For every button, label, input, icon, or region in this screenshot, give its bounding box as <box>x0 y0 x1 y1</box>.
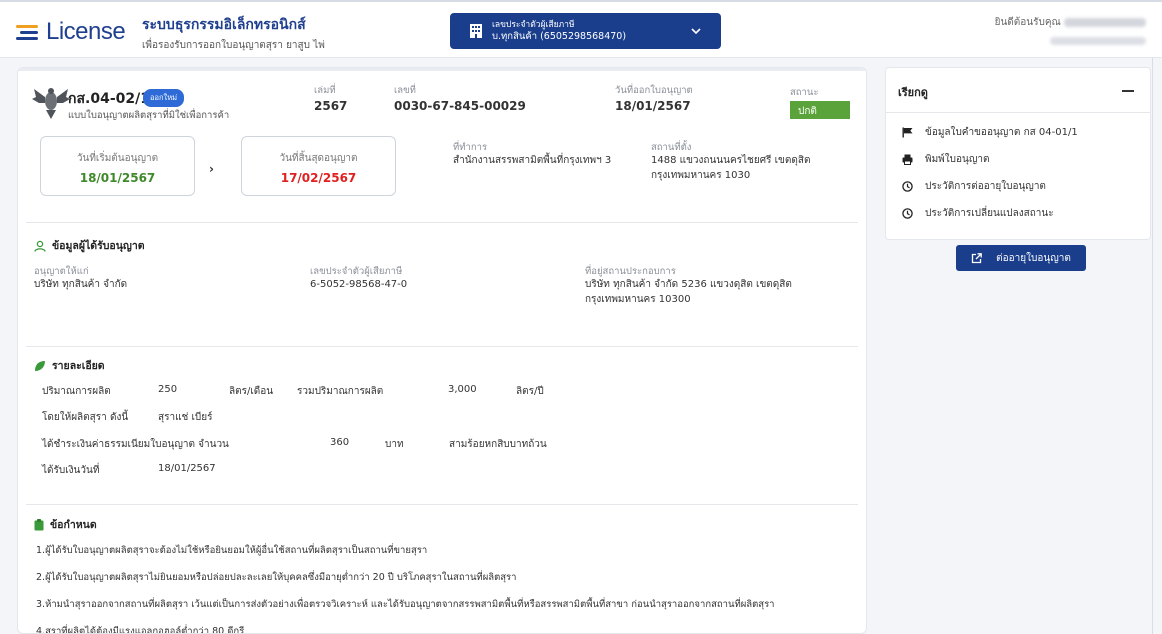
book-no-label: เล่มที่ <box>314 85 336 96</box>
start-date-box: วันที่เริ่มต้นอนุญาต 18/01/2567 <box>40 136 195 196</box>
paid-date-value: 18/01/2567 <box>158 463 216 474</box>
user-name-redacted <box>1064 17 1146 27</box>
start-date-label: วันที่เริ่มต้นอนุญาต <box>76 153 159 164</box>
total-production-unit: ลิตร/ปี <box>516 386 544 397</box>
taxpayer-text: เลขประจำตัวผู้เสียภาษี บ.ทุกสินค้า (6505… <box>492 20 626 43</box>
start-date-value: 18/01/2567 <box>79 171 156 185</box>
leaf-icon <box>35 360 45 371</box>
sidebar-item-print[interactable]: พิมพ์ใบอนุญาต <box>902 152 989 167</box>
location-value: 1488 แขวงถนนนครไชยศรี เขตดุสิต กรุงเทพมห… <box>651 155 811 181</box>
licensee-taxid-value: 6-5052-98568-47-0 <box>310 279 408 290</box>
logo-mark-icon <box>16 21 42 43</box>
sidebar-item-application-info[interactable]: ข้อมูลใบคำขออนุญาต กส 04-01/1 <box>902 125 1078 140</box>
page-right-border <box>1152 58 1153 634</box>
conditions-section-title: ข้อกำหนด <box>34 516 97 533</box>
condition-item: 2.ผู้ได้รับใบอนุญาตผลิตสุราไม่ยินยอมหรือ… <box>36 572 517 583</box>
fee-value: 360 <box>330 437 350 448</box>
total-production-label: รวมปริมาณการผลิต <box>297 386 384 397</box>
taxpayer-value: บ.ทุกสินค้า (6505298568470) <box>492 30 627 42</box>
person-icon <box>34 240 46 252</box>
paid-date-label: ได้รับเงินวันที่ <box>42 465 100 476</box>
issue-date-label: วันที่ออกใบอนุญาต <box>615 85 693 96</box>
licensee-section-title: ข้อมูลผู้ได้รับอนุญาต <box>34 237 145 254</box>
license-detail-card: กส.04-02/1 ออกใหม่ แบบใบอนุญาตผลิตสุราที… <box>17 67 867 634</box>
license-no-label: เลขที่ <box>394 85 416 96</box>
liquor-type-label: โดยให้ผลิตสุรา ดังนี้ <box>42 412 129 423</box>
book-no-value: 2567 <box>314 99 348 113</box>
garuda-emblem-icon <box>32 88 70 119</box>
building-icon <box>470 24 482 38</box>
status-label: สถานะ <box>790 87 819 98</box>
renew-license-label: ต่ออายุใบอนุญาต <box>996 252 1071 264</box>
system-subtitle: เพื่อรองรับการออกใบอนุญาตสุรา ยาสูบ ไพ่ <box>142 40 325 51</box>
production-label: ปริมาณการผลิต <box>42 386 111 397</box>
renew-license-button[interactable]: ต่ออายุใบอนุญาต <box>956 245 1086 271</box>
fee-label: ได้ชำระเงินค่าธรรมเนียมใบอนุญาต จำนวน <box>42 439 229 450</box>
condition-item: 1.ผู้ได้รับใบอนุญาตผลิตสุราจะต้องไม่ใช้ห… <box>36 545 428 556</box>
taxpayer-selector[interactable]: เลขประจำตัวผู้เสียภาษี บ.ทุกสินค้า (6505… <box>450 13 721 49</box>
clipboard-icon <box>34 518 44 530</box>
sidebar-item-status-history[interactable]: ประวัติการเปลี่ยนแปลงสถานะ <box>902 206 1054 221</box>
chevron-down-icon <box>691 28 701 35</box>
chevron-right-icon: › <box>209 162 214 176</box>
address-value: บริษัท ทุกสินค้า จำกัด 5236 แขวงดุสิต เข… <box>585 279 792 305</box>
taxpayer-label: เลขประจำตัวผู้เสียภาษี <box>492 19 575 30</box>
welcome-text: ยินดีต้อนรับคุณ <box>994 17 1061 28</box>
status-value: ปกติ <box>790 101 850 119</box>
details-section-title: รายละเอียด <box>34 357 105 374</box>
total-production-value: 3,000 <box>448 384 477 395</box>
external-link-icon <box>972 252 983 263</box>
top-header: License ระบบธุรกรรมอิเล็กทรอนิกส์ เพื่อร… <box>0 0 1162 58</box>
issue-date-value: 18/01/2567 <box>615 99 691 113</box>
system-title-block: ระบบธุรกรรมอิเล็กทรอนิกส์ เพื่อรองรับการ… <box>142 14 325 53</box>
app-logo[interactable]: License <box>16 18 126 46</box>
browse-panel-title: เรียกดู <box>898 86 928 99</box>
fee-unit: บาท <box>385 439 404 450</box>
flag-icon <box>902 127 913 138</box>
section-divider <box>26 504 858 505</box>
section-divider <box>26 346 858 347</box>
condition-item: 3.ห้ามนำสุราออกจากสถานที่ผลิตสุรา เว้นแต… <box>36 599 775 610</box>
license-type: แบบใบอนุญาตผลิตสุราที่มิใช่เพื่อการค้า <box>68 110 230 121</box>
end-date-box: วันที่สิ้นสุดอนุญาต 17/02/2567 <box>241 136 396 196</box>
license-no-value: 0030-67-845-00029 <box>394 99 526 113</box>
clock-icon <box>902 181 913 192</box>
license-code: กส.04-02/1 <box>68 91 150 107</box>
grantee-value: บริษัท ทุกสินค้า จำกัด <box>34 279 128 290</box>
collapse-icon[interactable] <box>1122 90 1134 92</box>
office-value: สำนักงานสรรพสามิตพื้นที่กรุงเทพฯ 3 <box>453 155 612 166</box>
printer-icon <box>902 154 913 165</box>
fee-text: สามร้อยหกสิบบาทถ้วน <box>449 439 547 450</box>
condition-item: 4.สุราที่ผลิตได้ต้องมีแรงแอลกอฮอล์ต่ำกว่… <box>36 626 245 634</box>
liquor-type-value: สุราแช่ เบียร์ <box>158 412 213 423</box>
clock-icon <box>902 208 913 219</box>
production-unit: ลิตร/เดือน <box>229 386 274 397</box>
status-badge-new: ออกใหม่ <box>143 89 185 107</box>
user-welcome[interactable]: ยินดีต้อนรับคุณ <box>995 15 1146 49</box>
logo-text: License <box>46 18 126 45</box>
end-date-label: วันที่สิ้นสุดอนุญาต <box>279 153 358 164</box>
user-email-redacted <box>1050 37 1146 45</box>
sidebar-item-renewal-history[interactable]: ประวัติการต่ออายุใบอนุญาต <box>902 179 1046 194</box>
system-title: ระบบธุรกรรมอิเล็กทรอนิกส์ <box>142 17 306 33</box>
section-divider <box>26 222 858 223</box>
end-date-value: 17/02/2567 <box>280 171 357 185</box>
browse-panel: เรียกดู ข้อมูลใบคำขออนุญาต กส 04-01/1 พิ… <box>885 67 1151 240</box>
production-value: 250 <box>158 384 178 395</box>
